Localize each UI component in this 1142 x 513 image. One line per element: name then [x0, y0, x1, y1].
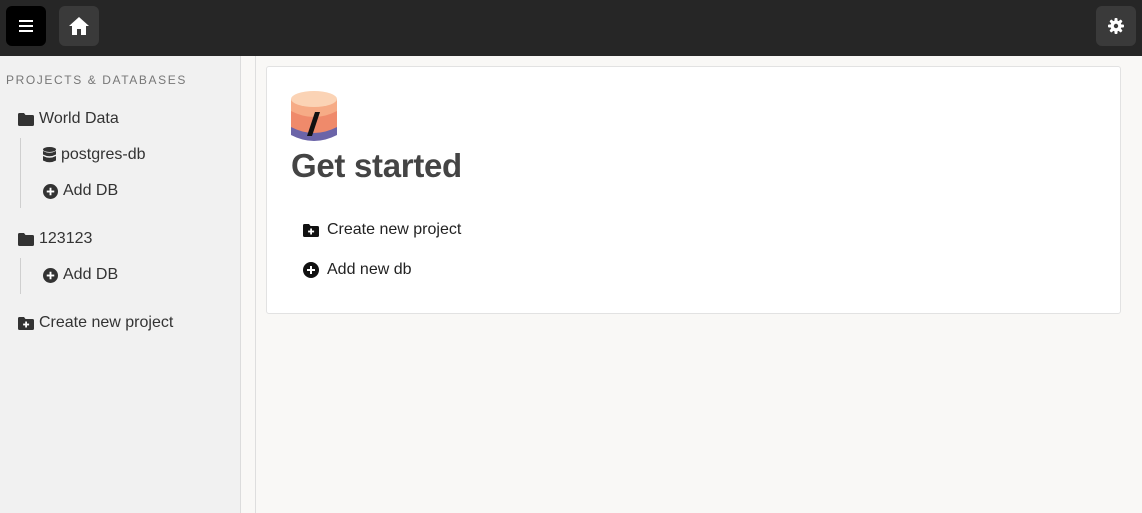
- home-button[interactable]: [59, 6, 99, 46]
- plus-circle-icon: [43, 183, 58, 199]
- plus-circle-icon: [43, 267, 58, 283]
- hamburger-menu-icon: [19, 20, 33, 32]
- settings-button[interactable]: [1096, 6, 1136, 46]
- sidebar-item-postgres-db[interactable]: postgres-db: [43, 146, 146, 164]
- database-icon: [43, 147, 56, 163]
- menu-button[interactable]: [6, 6, 46, 46]
- create-project-label: Create new project: [39, 314, 174, 331]
- sidebar: PROJECTS & DATABASES World Data postgres…: [0, 56, 241, 513]
- action-label: Create new project: [327, 221, 462, 238]
- page-title: Get started: [291, 147, 462, 184]
- create-new-project-button[interactable]: Create new project: [18, 314, 173, 332]
- add-db-button[interactable]: Add DB: [43, 182, 118, 200]
- database-label: postgres-db: [61, 146, 146, 163]
- home-icon: [69, 17, 89, 35]
- add-new-db-action[interactable]: Add new db: [303, 261, 412, 279]
- folder-icon: [18, 232, 34, 246]
- project-name: 123123: [39, 230, 93, 247]
- sidebar-heading: PROJECTS & DATABASES: [6, 73, 187, 87]
- folder-plus-icon: [18, 316, 34, 330]
- tree-line: [20, 138, 21, 208]
- add-db-label: Add DB: [63, 266, 119, 283]
- top-bar: [0, 0, 1142, 56]
- add-db-button[interactable]: Add DB: [43, 266, 118, 284]
- project-world-data[interactable]: World Data: [18, 110, 119, 128]
- plus-circle-icon: [303, 262, 319, 278]
- action-label: Add new db: [327, 261, 412, 278]
- get-started-card: Get started Create new project Add new d…: [266, 66, 1121, 314]
- database-logo-icon: [291, 91, 337, 148]
- main-divider: [255, 56, 256, 513]
- project-123123[interactable]: 123123: [18, 230, 92, 248]
- project-name: World Data: [39, 110, 119, 127]
- add-db-label: Add DB: [63, 182, 119, 199]
- folder-icon: [18, 112, 34, 126]
- create-new-project-action[interactable]: Create new project: [303, 221, 461, 239]
- gear-icon: [1108, 18, 1124, 34]
- folder-plus-icon: [303, 223, 319, 237]
- tree-line: [20, 258, 21, 294]
